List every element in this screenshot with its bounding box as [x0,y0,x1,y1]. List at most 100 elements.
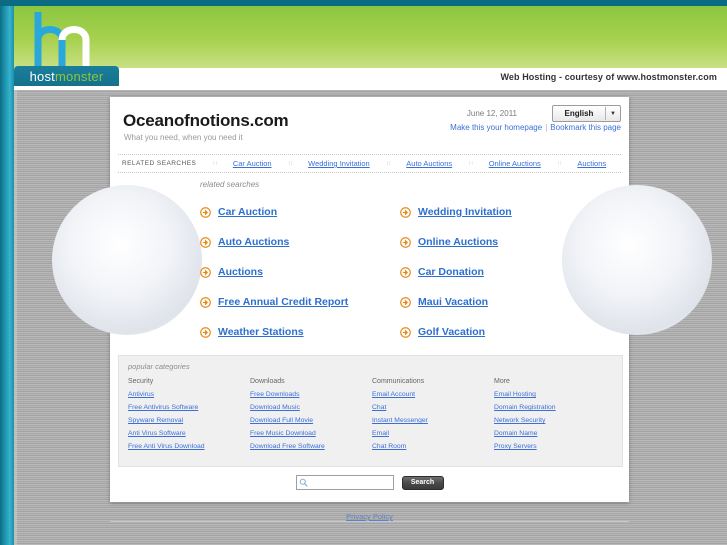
related-searches-grid: Car Auction Wedding Invitation Auto Auct… [200,197,590,347]
category-column-downloads: Downloads Free Downloads Download Music … [250,378,372,456]
search-input[interactable] [307,477,403,488]
nav-link-auctions[interactable]: Auctions [577,159,606,168]
related-search-link[interactable]: Maui Vacation [418,296,488,308]
list-item[interactable]: Golf Vacation [400,317,590,347]
related-searches-section: related searches Car Auction Wedding Inv… [110,175,629,350]
category-link[interactable]: Download Music [250,404,372,411]
related-search-link[interactable]: Online Auctions [418,236,498,248]
category-link[interactable]: Email Account [372,391,494,398]
category-column-title: Downloads [250,378,285,385]
arrow-right-circle-icon [200,266,211,278]
page-tagline: What you need, when you need it [124,133,243,142]
list-item[interactable]: Car Auction [200,197,390,227]
category-link[interactable]: Free Downloads [250,391,372,398]
related-search-link[interactable]: Auto Auctions [218,236,289,248]
list-item[interactable]: Auctions [200,257,390,287]
category-link[interactable]: Download Free Software [250,443,372,450]
nav-link-online-auctions[interactable]: Online Auctions [489,159,541,168]
popular-categories-columns: Security Antivirus Free Antivirus Softwa… [128,378,616,456]
related-searches-nav-label: RELATED SEARCHES [122,160,197,167]
category-link[interactable]: Spyware Removal [128,417,250,424]
arrow-right-circle-icon [200,206,211,218]
category-link[interactable]: Chat Room [372,443,494,450]
related-search-link[interactable]: Car Donation [418,266,484,278]
search-button[interactable]: Search [401,475,444,490]
related-search-link[interactable]: Wedding Invitation [418,206,512,218]
arrow-right-circle-icon [400,206,411,218]
page-title: Oceanofnotions.com [123,111,289,130]
category-link[interactable]: Domain Name [494,430,616,437]
related-search-link[interactable]: Weather Stations [218,326,304,338]
arrow-right-circle-icon [400,296,411,308]
list-item[interactable]: Car Donation [400,257,590,287]
search-icon [299,478,307,487]
related-search-link[interactable]: Free Annual Credit Report [218,296,348,308]
list-item[interactable]: Wedding Invitation [400,197,590,227]
category-column-title: Security [128,378,154,385]
list-item[interactable]: Weather Stations [200,317,390,347]
bookmark-page-link[interactable]: Bookmark this page [550,123,621,132]
category-column-communications: Communications Email Account Chat Instan… [372,378,494,456]
language-select[interactable]: English ▼ [552,105,621,122]
category-link[interactable]: Antivirus [128,391,250,398]
nav-separator: ∷ [557,161,562,167]
search-field-wrapper[interactable] [295,475,403,490]
arrow-right-circle-icon [400,236,411,248]
related-search-link[interactable]: Golf Vacation [418,326,485,338]
category-link[interactable]: Chat [372,404,494,411]
category-link[interactable]: Email [372,430,494,437]
related-searches-caption: related searches [200,180,260,189]
category-link[interactable]: Download Full Movie [250,417,372,424]
page-root: host monster Web Hosting - courtesy of ww… [0,0,727,545]
category-link[interactable]: Domain Registration [494,404,616,411]
category-column-security: Security Antivirus Free Antivirus Softwa… [128,378,250,456]
nav-separator: ∷ [288,161,292,167]
category-link[interactable]: Network Security [494,417,616,424]
related-searches-nav: RELATED SEARCHES ∷ Car Auction ∷ Wedding… [118,154,621,173]
category-link[interactable]: Free Music Download [250,430,372,437]
category-column-title: Communications [372,378,425,385]
list-item[interactable]: Free Annual Credit Report [200,287,390,317]
nav-separator: ∷ [386,161,391,167]
language-select-value: English [564,109,594,118]
related-search-link[interactable]: Auctions [218,266,263,278]
nav-separator: ∷ [469,161,473,167]
hostmonster-hm-logo-icon [34,12,90,66]
arrow-right-circle-icon [400,266,411,278]
list-item[interactable]: Auto Auctions [200,227,390,257]
arrow-right-circle-icon [200,296,211,308]
category-column-title: More [494,378,510,385]
category-link[interactable]: Free Anti Virus Download [128,443,250,450]
arrow-right-circle-icon [200,236,211,248]
nav-link-wedding-invitation[interactable]: Wedding Invitation [308,159,370,168]
popular-categories-section: popular categories Security Antivirus Fr… [118,355,623,467]
current-date: June 12, 2011 [466,109,517,118]
logo-text-monster: monster [55,68,104,84]
arrow-right-circle-icon [200,326,211,338]
header-utility-links: Make this your homepage | Bookmark this pa… [450,123,621,132]
site-header: Oceanofnotions.com What you need, when y… [110,97,629,155]
hostmonster-logo-tab[interactable]: host monster [14,66,119,86]
nav-link-auto-auctions[interactable]: Auto Auctions [406,159,452,168]
nav-separator: ∷ [213,161,217,167]
category-link[interactable]: Free Antivirus Software [128,404,250,411]
footer-rule [110,521,629,522]
category-link[interactable]: Instant Messenger [372,417,494,424]
list-item[interactable]: Online Auctions [400,227,590,257]
privacy-policy-link[interactable]: Privacy Policy [346,512,393,521]
category-link[interactable]: Anti Virus Software [128,430,250,437]
nav-link-car-auction[interactable]: Car Auction [233,159,272,168]
category-link[interactable]: Proxy Servers [494,443,616,450]
category-column-more: More Email Hosting Domain Registration N… [494,378,616,456]
list-item[interactable]: Maui Vacation [400,287,590,317]
hosting-credit-text: Web Hosting - courtesy of www.hostmonste… [500,72,717,82]
popular-categories-caption: popular categories [128,362,190,371]
related-search-link[interactable]: Car Auction [218,206,277,218]
arrow-right-circle-icon [400,326,411,338]
make-homepage-link[interactable]: Make this your homepage [450,123,542,132]
hostmonster-header: host monster Web Hosting - courtesy of ww… [0,0,727,90]
logo-text-host: host [29,68,55,84]
content-panel: Oceanofnotions.com What you need, when y… [52,97,712,502]
category-link[interactable]: Email Hosting [494,391,616,398]
search-bar: Search [110,475,629,490]
